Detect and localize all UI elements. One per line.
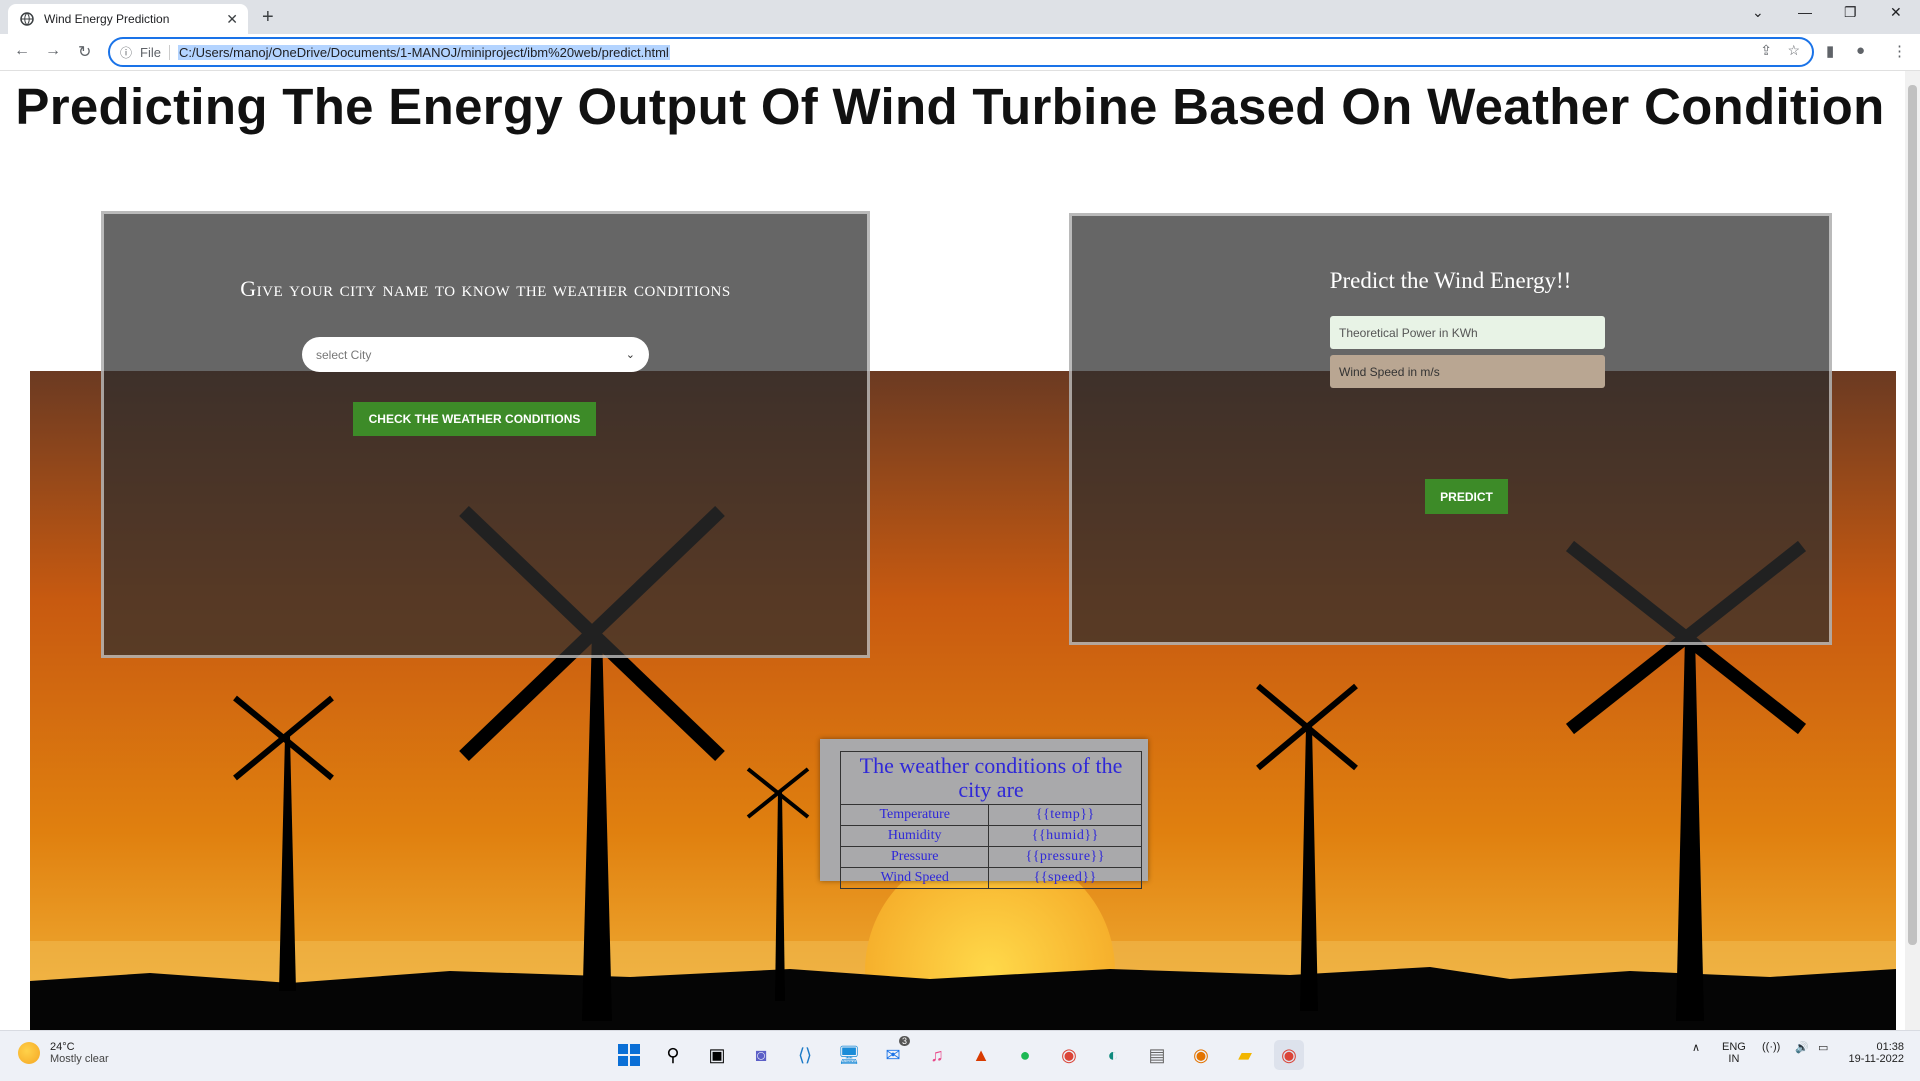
- mail-badge: 3: [898, 1036, 910, 1046]
- volume-icon[interactable]: 🔊: [1795, 1041, 1809, 1054]
- weather-table-title: The weather conditions of the city are: [840, 751, 1142, 805]
- table-row: Pressure {{pressure}}: [839, 846, 1142, 868]
- new-tab-button[interactable]: +: [262, 6, 274, 29]
- menu-kebab-icon[interactable]: ⋮: [1892, 42, 1907, 60]
- spotify-icon[interactable]: ●: [1010, 1040, 1040, 1070]
- table-row: Temperature {{temp}}: [839, 804, 1142, 826]
- office-icon[interactable]: ▲: [966, 1040, 996, 1070]
- weather-table: The weather conditions of the city are T…: [839, 751, 1142, 889]
- browser-toolbar: ← → ↻ ⓘ File C:/Users/manoj/OneDrive/Doc…: [0, 34, 1920, 71]
- clock[interactable]: 01:38 19-11-2022: [1840, 1041, 1904, 1065]
- chrome-icon[interactable]: ◉: [1054, 1040, 1084, 1070]
- clock-date: 19-11-2022: [1848, 1053, 1904, 1065]
- city-select-placeholder: select City: [316, 347, 372, 362]
- taskbar-weather-widget[interactable]: 24°C Mostly clear: [18, 1041, 109, 1065]
- row-label: Humidity: [839, 825, 990, 847]
- weather-moon-icon: [18, 1042, 40, 1064]
- vscode-icon[interactable]: ⟨⟩: [790, 1040, 820, 1070]
- city-panel-title: Give your city name to know the weather …: [240, 276, 731, 301]
- check-weather-button[interactable]: Check the weather conditions: [353, 402, 596, 436]
- back-icon[interactable]: ←: [14, 42, 30, 60]
- weather-temperature: 24°C: [50, 1041, 75, 1053]
- address-bar[interactable]: ⓘ File C:/Users/manoj/OneDrive/Documents…: [108, 37, 1814, 67]
- scrollbar-thumb[interactable]: [1908, 85, 1917, 945]
- browser-tab[interactable]: Wind Energy Prediction ✕: [8, 4, 248, 34]
- remote-desktop-icon[interactable]: 🖥: [834, 1040, 864, 1070]
- clock-time: 01:38: [1876, 1041, 1904, 1053]
- taskbar-apps: ⚲ ▣ ◙ ⟨⟩ 🖥 ✉ 3 ♫ ▲ ● ◉ ◐ ▤ ◉ ▰ ◉: [614, 1036, 1318, 1070]
- row-label: Wind Speed: [839, 867, 990, 889]
- language-indicator[interactable]: ENG IN: [1722, 1041, 1746, 1065]
- row-label: Pressure: [839, 846, 990, 868]
- row-label: Temperature: [839, 804, 990, 826]
- table-row: Wind Speed {{speed}}: [839, 867, 1142, 889]
- taskbar: 24°C Mostly clear ⚲ ▣ ◙ ⟨⟩ 🖥 ✉ 3 ♫ ▲ ● ◉ …: [0, 1030, 1920, 1081]
- wifi-icon[interactable]: ((·)): [1762, 1041, 1780, 1053]
- close-window-button[interactable]: ✕: [1890, 4, 1902, 21]
- maximize-button[interactable]: ❐: [1844, 4, 1857, 21]
- vertical-scrollbar[interactable]: [1905, 71, 1920, 1030]
- tab-strip: Wind Energy Prediction ✕ + ⌄ — ❐ ✕: [0, 0, 1920, 34]
- tab-title: Wind Energy Prediction: [44, 12, 170, 26]
- url-text[interactable]: C:/Users/manoj/OneDrive/Documents/1-MANO…: [177, 44, 670, 60]
- minimize-button[interactable]: —: [1798, 4, 1812, 20]
- close-tab-icon[interactable]: ✕: [226, 11, 238, 28]
- start-windows-icon[interactable]: [614, 1040, 644, 1070]
- itunes-icon[interactable]: ♫: [922, 1040, 952, 1070]
- url-scheme: File: [140, 44, 170, 60]
- theoretical-power-input[interactable]: Theoretical Power in KWh: [1330, 316, 1605, 349]
- language-code: ENG: [1722, 1041, 1746, 1053]
- tab-search-icon[interactable]: ⌄: [1752, 4, 1764, 21]
- info-icon[interactable]: ⓘ: [120, 44, 132, 61]
- row-value: {{temp}}: [988, 804, 1142, 826]
- table-row: Humidity {{humid}}: [839, 825, 1142, 847]
- weather-condition: Mostly clear: [50, 1053, 109, 1065]
- predict-panel-title: Predict the Wind Energy!!: [1329, 268, 1572, 293]
- predict-button[interactable]: Predict: [1425, 479, 1508, 514]
- weather-results-box: The weather conditions of the city are T…: [820, 739, 1148, 889]
- teams-chat-icon[interactable]: ◙: [746, 1040, 776, 1070]
- side-panel-icon[interactable]: ▮: [1826, 42, 1834, 60]
- task-view-icon[interactable]: ▣: [702, 1040, 732, 1070]
- chrome-active-icon[interactable]: ◉: [1274, 1040, 1304, 1070]
- wind-speed-input[interactable]: Wind Speed in m/s: [1330, 355, 1605, 388]
- bookmark-star-icon[interactable]: ☆: [1787, 42, 1800, 59]
- chrome-dev-icon[interactable]: ◉: [1186, 1040, 1216, 1070]
- share-icon[interactable]: ⇪: [1760, 42, 1772, 59]
- photos-icon[interactable]: ▤: [1142, 1040, 1172, 1070]
- reload-icon[interactable]: ↻: [78, 42, 91, 62]
- globe-icon: [20, 12, 34, 26]
- city-select[interactable]: select City ⌄: [302, 337, 649, 372]
- edge-icon[interactable]: ◐: [1098, 1040, 1128, 1070]
- search-icon[interactable]: ⚲: [658, 1040, 688, 1070]
- chevron-up-icon[interactable]: ∧: [1692, 1041, 1700, 1054]
- city-weather-panel: Give your city name to know the weather …: [101, 211, 870, 658]
- predict-energy-panel: Predict the Wind Energy!! Theoretical Po…: [1069, 213, 1832, 645]
- file-explorer-icon[interactable]: ▰: [1230, 1040, 1260, 1070]
- mail-icon[interactable]: ✉ 3: [878, 1036, 910, 1070]
- row-value: {{pressure}}: [988, 846, 1142, 868]
- profile-avatar[interactable]: ●: [1856, 42, 1865, 59]
- row-value: {{humid}}: [988, 825, 1142, 847]
- row-value: {{speed}}: [988, 867, 1142, 889]
- battery-icon[interactable]: ▭: [1818, 1041, 1828, 1054]
- region-code: IN: [1728, 1053, 1740, 1065]
- forward-icon[interactable]: →: [45, 42, 61, 60]
- page-viewport: Predicting The Energy Output Of Wind Tur…: [0, 71, 1920, 1030]
- chevron-down-icon: ⌄: [625, 349, 635, 361]
- page-title: Predicting The Energy Output Of Wind Tur…: [15, 78, 1885, 135]
